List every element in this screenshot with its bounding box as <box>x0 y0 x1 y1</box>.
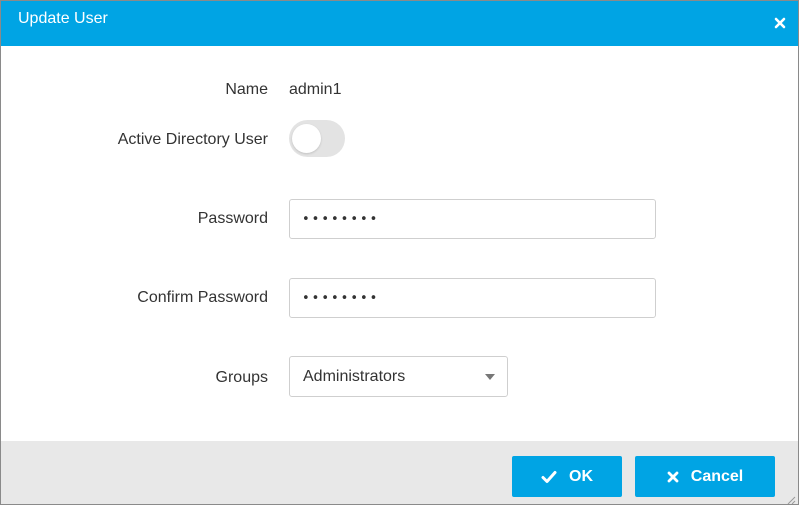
resize-handle[interactable] <box>786 492 796 504</box>
chevron-down-icon <box>485 374 495 380</box>
password-value: •••••••• <box>302 211 380 227</box>
cancel-button[interactable]: Cancel <box>635 456 775 497</box>
dialog-titlebar[interactable]: Update User <box>1 1 798 46</box>
update-user-dialog: Update User Name admin1 Active Directory… <box>0 0 799 505</box>
name-label: Name <box>225 81 268 98</box>
ad-user-label: Active Directory User <box>117 131 268 148</box>
name-value: admin1 <box>289 81 342 98</box>
groups-select[interactable]: Administrators <box>289 356 508 397</box>
groups-selected-value: Administrators <box>303 367 406 385</box>
times-icon <box>667 471 679 483</box>
cancel-label: Cancel <box>690 467 744 485</box>
toggle-knob <box>292 124 321 153</box>
ok-label: OK <box>569 467 593 485</box>
groups-label: Groups <box>215 369 268 386</box>
confirm-password-value: •••••••• <box>302 290 380 306</box>
dialog-title: Update User <box>18 10 108 27</box>
password-field[interactable]: •••••••• <box>289 199 656 239</box>
check-icon <box>541 470 557 484</box>
close-icon[interactable] <box>772 15 788 31</box>
dialog-footer: OK Cancel <box>1 441 798 504</box>
ad-user-toggle[interactable] <box>289 120 345 157</box>
ok-button[interactable]: OK <box>512 456 622 497</box>
password-label: Password <box>197 210 268 227</box>
confirm-password-field[interactable]: •••••••• <box>289 278 656 318</box>
confirm-password-label: Confirm Password <box>137 289 268 306</box>
